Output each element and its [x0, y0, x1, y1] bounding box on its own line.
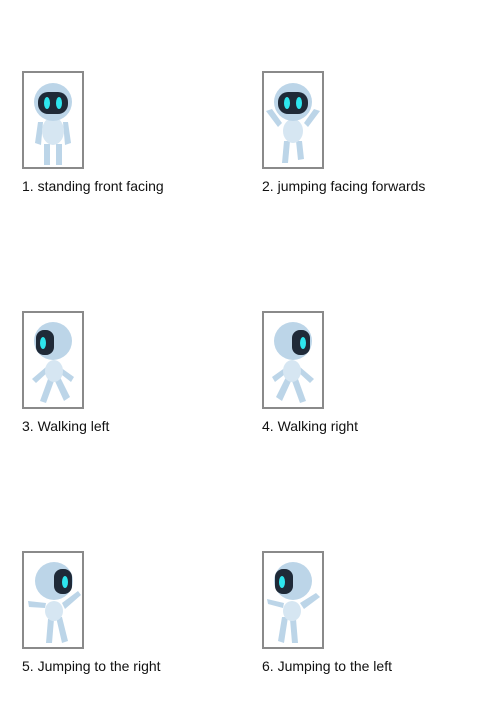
- sprite-frame: [22, 551, 84, 649]
- sprite-caption: 3. Walking left: [22, 417, 109, 435]
- sprite-caption: 2. jumping facing forwards: [262, 177, 425, 195]
- sprite-frame: [22, 311, 84, 409]
- sprite-frame: [262, 71, 324, 169]
- sprite-label: Walking right: [277, 418, 358, 434]
- sprite-number: 5.: [22, 658, 34, 674]
- sprite-caption: 1. standing front facing: [22, 177, 164, 195]
- sprite-number: 2.: [262, 178, 274, 194]
- sprite-caption: 4. Walking right: [262, 417, 358, 435]
- sprite-label: jumping facing forwards: [277, 178, 426, 194]
- sprite-label: standing front facing: [37, 178, 164, 194]
- sprite-cell-standing-front: 1. standing front facing: [22, 71, 242, 211]
- sprite-number: 6.: [262, 658, 274, 674]
- sprite-cell-jumping-left: 6. Jumping to the left: [262, 551, 479, 691]
- sprite-caption: 5. Jumping to the right: [22, 657, 161, 675]
- sprite-cell-walking-right: 4. Walking right: [262, 311, 479, 451]
- sprite-number: 4.: [262, 418, 274, 434]
- robot-standing-front-icon: [34, 83, 72, 165]
- sprite-label: Jumping to the left: [277, 658, 392, 674]
- sprite-label: Walking left: [37, 418, 110, 434]
- sprite-frame: [262, 551, 324, 649]
- sprite-cell-walking-left: 3. Walking left: [22, 311, 242, 451]
- robot-jumping-front-icon: [266, 83, 320, 163]
- sprite-number: 3.: [22, 418, 34, 434]
- robot-jumping-right-icon: [28, 562, 81, 643]
- sprite-number: 1.: [22, 178, 34, 194]
- robot-walking-left-icon: [32, 322, 74, 403]
- sprite-cell-jumping-right: 5. Jumping to the right: [22, 551, 242, 691]
- sprite-caption: 6. Jumping to the left: [262, 657, 392, 675]
- sprite-cell-jumping-front: 2. jumping facing forwards: [262, 71, 479, 211]
- sprite-frame: [262, 311, 324, 409]
- sprite-label: Jumping to the right: [37, 658, 161, 674]
- robot-walking-right-icon: [272, 322, 314, 403]
- sprite-frame: [22, 71, 84, 169]
- robot-jumping-left-icon: [267, 562, 320, 643]
